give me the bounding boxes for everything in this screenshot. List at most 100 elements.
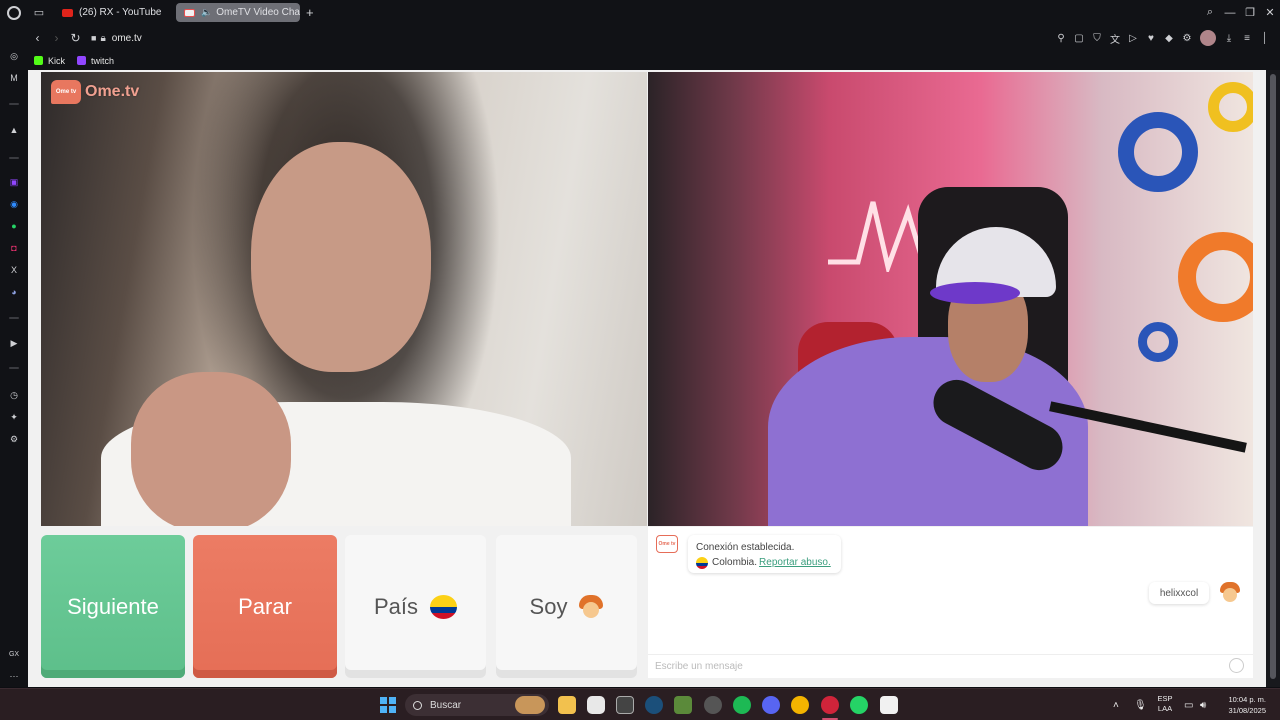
play-icon[interactable]: ▷: [1124, 33, 1142, 44]
bookmark-kick[interactable]: Kick: [34, 56, 65, 66]
messenger-icon[interactable]: ◉: [7, 197, 21, 211]
maximize-icon[interactable]: ❐: [1240, 6, 1260, 19]
system-message-line: Conexión establecida.: [696, 542, 795, 553]
windows-taskbar: Buscar ˄ 🎙︎ ESP LAA ▭ 🔊︎ 10:04 p. m. 31/…: [0, 688, 1280, 720]
settings-icon[interactable]: ⚙: [7, 432, 21, 446]
download-icon[interactable]: ⤓: [1220, 33, 1238, 44]
spotify-icon[interactable]: [733, 696, 751, 714]
extension-icon[interactable]: ◆: [1160, 33, 1178, 44]
kick-icon: [34, 56, 43, 65]
country-button[interactable]: País: [345, 535, 486, 678]
video-figure: [251, 142, 431, 372]
sidebar-divider: [9, 367, 19, 369]
url-field[interactable]: ome.tv: [112, 33, 142, 44]
puzzle-icon[interactable]: ⚙: [1178, 33, 1196, 44]
epic-games-icon[interactable]: [616, 696, 634, 714]
camera-in-use-icon[interactable]: ■: [91, 33, 96, 43]
ometv-logo-badge: Ome tv: [51, 80, 81, 104]
gx-icon[interactable]: GX: [7, 647, 21, 661]
capcut-icon[interactable]: [587, 696, 605, 714]
minecraft-icon[interactable]: [674, 696, 692, 714]
instagram-icon[interactable]: ◘: [7, 241, 21, 255]
twitch-sidebar-icon[interactable]: ▣: [7, 175, 21, 189]
ometv-favicon-icon: [184, 8, 195, 17]
new-tab-icon[interactable]: +: [306, 5, 314, 20]
aria-icon[interactable]: ◎: [7, 49, 21, 63]
language-indicator[interactable]: ESP LAA: [1155, 694, 1175, 714]
file-explorer-icon[interactable]: [558, 696, 576, 714]
address-bar: ‹ › ↻ ■ 🔒︎ ome.tv ⚲ ▢ ⛉ 文 ▷ ♥ ◆ ⚙ ⤓ ≡ │: [28, 25, 1280, 51]
menu-icon[interactable]: ≡: [1238, 33, 1256, 44]
system-clock[interactable]: 10:04 p. m. 31/08/2025: [1218, 694, 1266, 716]
chrome-icon[interactable]: [791, 696, 809, 714]
back-icon[interactable]: ‹: [28, 31, 47, 45]
notepad-icon[interactable]: [880, 696, 898, 714]
history-icon[interactable]: ◷: [7, 388, 21, 402]
snapshot-icon[interactable]: ▢: [1070, 33, 1088, 44]
youtube-icon: [62, 8, 73, 17]
stranger-video: [41, 72, 647, 526]
report-abuse-link[interactable]: Reportar abuso.: [759, 555, 831, 570]
discord-icon[interactable]: [762, 696, 780, 714]
next-button-label: Siguiente: [67, 593, 159, 619]
clock-time: 10:04 p. m.: [1228, 695, 1266, 704]
bookmarks-bar: Kick twitch: [28, 51, 1280, 70]
system-message-country: Colombia.: [712, 557, 758, 568]
opera-gx-icon[interactable]: [704, 696, 722, 714]
tab-youtube[interactable]: (26) RX - YouTube: [54, 3, 172, 22]
search-icon: [413, 700, 422, 710]
forward-icon[interactable]: ›: [47, 31, 66, 45]
toolbar-icons: ⚲ ▢ ⛉ 文 ▷ ♥ ◆ ⚙ ⤓ ≡ │: [1052, 25, 1274, 51]
speaker-icon[interactable]: 🔈: [201, 7, 212, 18]
tab-ometv[interactable]: 🔈 OmeTV Video Chat -...: [176, 3, 300, 22]
heart-icon[interactable]: ♥: [1142, 33, 1160, 44]
search-highlight-icon: [515, 696, 545, 714]
x-icon[interactable]: X: [7, 263, 21, 277]
chat-message-input[interactable]: Escribe un mensaje: [648, 654, 1253, 678]
page-scrollbar[interactable]: [1266, 70, 1280, 687]
next-button[interactable]: Siguiente: [41, 535, 185, 678]
music-icon[interactable]: M: [7, 71, 21, 85]
ometv-logo: Ome tv Ome.tv: [51, 80, 139, 104]
minimize-icon[interactable]: —: [1220, 7, 1240, 19]
translate-icon[interactable]: 文: [1106, 31, 1124, 46]
whatsapp-icon[interactable]: [850, 696, 868, 714]
whatsapp-icon[interactable]: ●: [7, 219, 21, 233]
extensions-icon[interactable]: ✦: [7, 410, 21, 424]
tab-label: OmeTV Video Chat -...: [216, 7, 300, 18]
bookmark-twitch[interactable]: twitch: [77, 56, 114, 66]
scrollbar-thumb[interactable]: [1270, 74, 1276, 679]
microphone-icon[interactable]: 🎙︎: [1134, 689, 1147, 720]
network-icon[interactable]: ▭: [1184, 689, 1193, 720]
stop-button[interactable]: Parar: [193, 535, 337, 678]
taskbar-search[interactable]: Buscar: [405, 694, 549, 716]
lock-icon[interactable]: 🔒︎: [100, 33, 105, 44]
pin-icon[interactable]: ⚲: [1052, 33, 1070, 44]
aria-ai-icon[interactable]: ▲: [7, 123, 21, 137]
tab-label: (26) RX - YouTube: [79, 7, 162, 18]
language-line2: LAA: [1157, 704, 1173, 713]
close-icon[interactable]: ✕: [1260, 6, 1280, 19]
search-tabs-icon[interactable]: ⌕: [1200, 6, 1220, 19]
steam-icon[interactable]: [645, 696, 663, 714]
taskbar-search-label: Buscar: [430, 699, 462, 711]
opera-icon[interactable]: [821, 696, 839, 714]
player-icon[interactable]: ▶: [7, 336, 21, 350]
stop-button-label: Parar: [238, 593, 292, 619]
windows-start-icon[interactable]: [380, 697, 396, 713]
discord-icon[interactable]: ◕: [7, 285, 21, 299]
colombia-flag-icon: [696, 556, 708, 569]
browser-tab-bar: ▭ (26) RX - YouTube 🔈 OmeTV Video Chat -…: [0, 0, 1280, 25]
opera-menu-icon[interactable]: [0, 0, 28, 25]
volume-icon[interactable]: 🔊︎: [1200, 689, 1206, 720]
ometv-chat-logo-icon: Ome tv: [656, 535, 678, 553]
reload-icon[interactable]: ↻: [66, 31, 85, 45]
workspaces-icon[interactable]: ▭: [30, 0, 48, 25]
more-icon[interactable]: ···: [7, 669, 21, 683]
system-message: Conexión establecida. Colombia. Reportar…: [688, 535, 841, 573]
gender-button[interactable]: Soy: [496, 535, 637, 678]
emoji-picker-icon[interactable]: [1229, 658, 1244, 673]
show-hidden-icons-icon[interactable]: ˄: [1113, 689, 1119, 720]
profile-avatar[interactable]: [1200, 30, 1216, 46]
shield-icon[interactable]: ⛉: [1088, 33, 1106, 44]
